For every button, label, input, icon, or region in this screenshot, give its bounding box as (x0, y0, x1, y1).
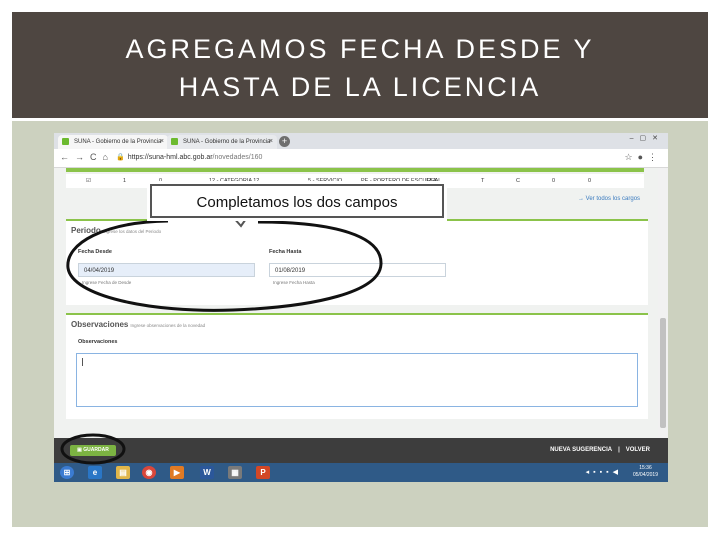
annotation-layer (60, 215, 383, 465)
guardar-highlight-ellipse (60, 433, 126, 465)
annotation-callout: Completamos los dos campos (150, 184, 444, 218)
periodo-highlight-ellipse (66, 219, 383, 312)
callout-text: Completamos los dos campos (196, 194, 398, 211)
